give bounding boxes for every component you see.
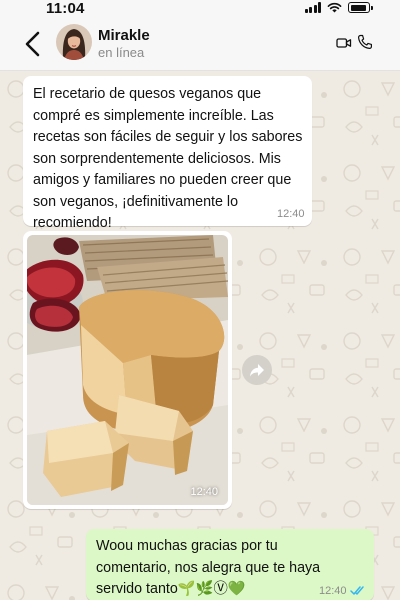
message-time: 12:40: [277, 208, 305, 220]
message-time: 12:40: [319, 585, 347, 597]
status-icons: [304, 2, 373, 13]
incoming-image-message[interactable]: 12:40: [23, 231, 232, 509]
outgoing-text-message[interactable]: Woou muchas gracias por tu comentario, n…: [86, 529, 374, 600]
status-time: 11:04: [46, 0, 85, 17]
battery-icon: [348, 2, 373, 13]
status-bar: 11:04: [0, 0, 400, 18]
forward-arrow-icon: [250, 364, 264, 377]
phone-icon[interactable]: [357, 34, 372, 50]
cellular-signal-icon: [304, 2, 321, 13]
chat-header: Mirakle en línea: [0, 18, 400, 71]
contact-status: en línea: [98, 45, 145, 60]
message-text: El recetario de quesos veganos que compr…: [33, 86, 303, 231]
wifi-icon: [327, 2, 342, 13]
chevron-left-icon[interactable]: [22, 30, 46, 58]
incoming-text-message[interactable]: El recetario de quesos veganos que compr…: [23, 76, 312, 231]
image-time: 12:40: [190, 486, 218, 498]
video-camera-icon[interactable]: [336, 36, 352, 50]
message-text: Woou muchas gracias por tu comentario, n…: [96, 538, 321, 597]
double-check-icon: [350, 586, 364, 595]
chat-area[interactable]: El recetario de quesos veganos que compr…: [0, 71, 400, 600]
contact-name[interactable]: Mirakle: [98, 27, 150, 44]
forward-button[interactable]: [242, 355, 272, 385]
avatar[interactable]: [56, 24, 92, 60]
cheese-photo[interactable]: 12:40: [27, 235, 228, 505]
